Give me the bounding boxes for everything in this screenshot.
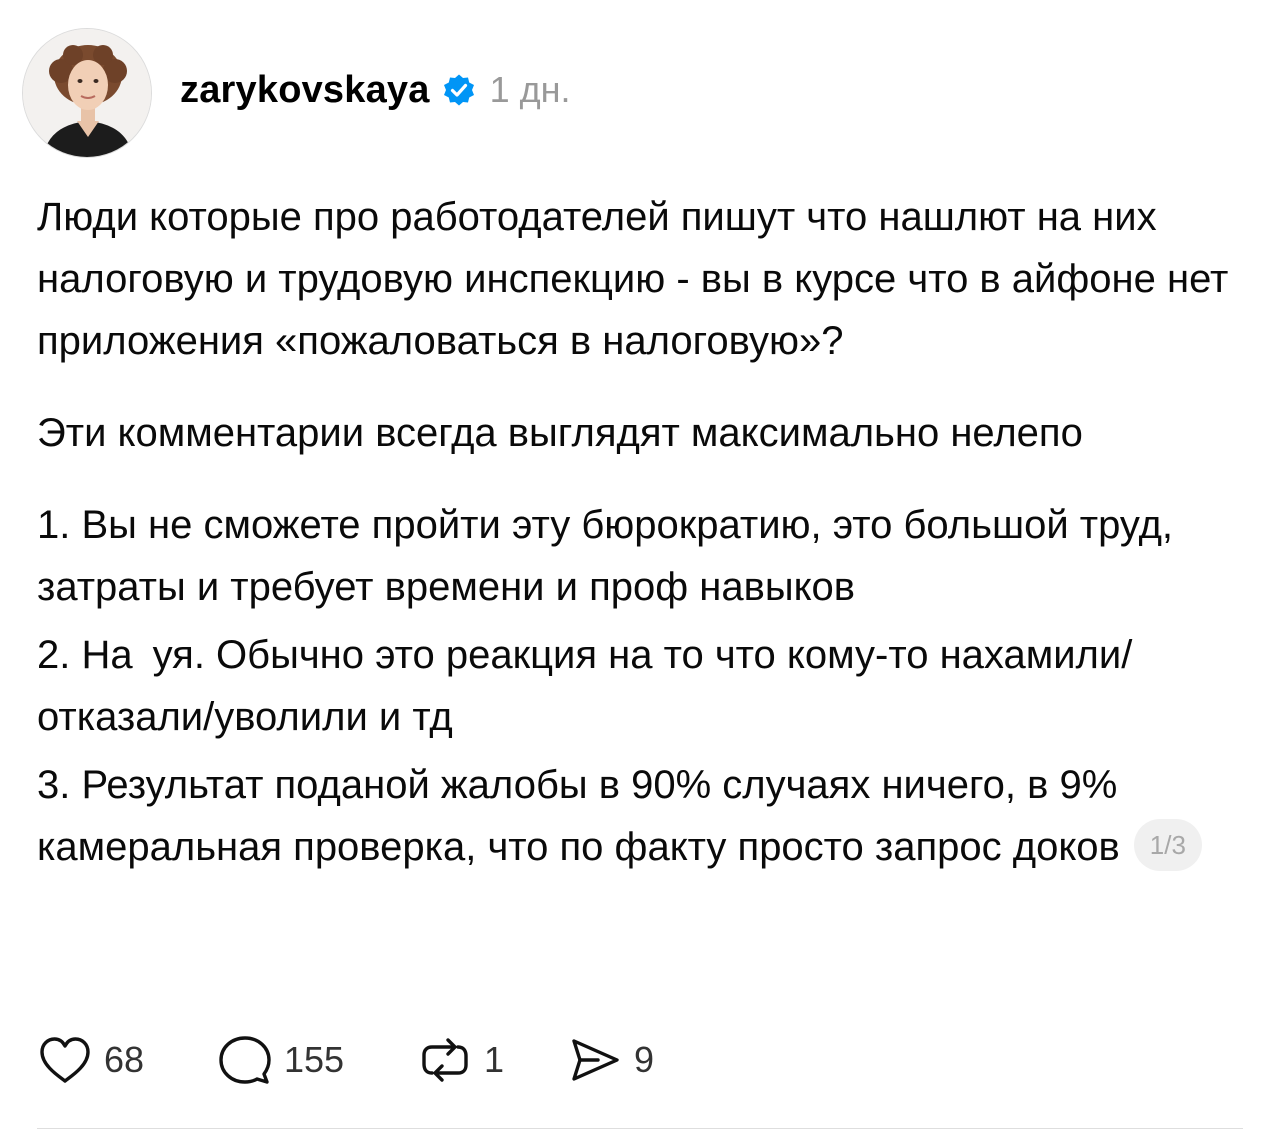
comment-bubble-icon xyxy=(219,1036,271,1084)
username[interactable]: zarykovskaya xyxy=(180,69,430,112)
like-button[interactable]: 68 xyxy=(38,1035,218,1085)
paragraph-2: Эти комментарии всегда выглядят максимал… xyxy=(37,411,1083,455)
repost-icon xyxy=(422,1038,468,1082)
action-bar: 68 155 1 9 xyxy=(38,1033,654,1087)
divider xyxy=(37,1128,1243,1129)
paragraph-1: Люди которые про работодателей пишут что… xyxy=(37,195,1229,363)
list-item-3: 3. Результат поданой жалобы в 90% случая… xyxy=(37,754,1252,878)
like-count: 68 xyxy=(104,1039,145,1080)
heart-icon xyxy=(40,1037,90,1083)
post-header: zarykovskaya 1 дн. xyxy=(22,28,571,158)
send-icon xyxy=(572,1039,619,1081)
comment-count: 155 xyxy=(284,1039,345,1080)
share-count: 9 xyxy=(634,1039,655,1080)
comment-button[interactable]: 155 xyxy=(218,1034,418,1086)
repost-button[interactable]: 1 xyxy=(418,1035,568,1085)
share-button[interactable]: 9 xyxy=(568,1035,654,1085)
list-item-2-end: уя. Обычно это реакция на то что кому-то… xyxy=(37,633,1133,739)
page-indicator: 1/3 xyxy=(1133,819,1202,872)
list-item-2-start: 2. На xyxy=(37,633,133,677)
list-item-1: 1. Вы не сможете пройти эту бюрократию, … xyxy=(37,503,1174,609)
verified-badge-icon xyxy=(442,73,476,107)
list-item-3-text: 3. Результат поданой жалобы в 90% случая… xyxy=(37,763,1120,869)
user-line: zarykovskaya 1 дн. xyxy=(180,69,571,112)
avatar[interactable] xyxy=(22,28,152,158)
list-item-2: 2. На уя. Обычно это реакция на то что ко… xyxy=(37,624,1252,748)
post-text: Люди которые про работодателей пишут что… xyxy=(37,186,1252,884)
repost-count: 1 xyxy=(484,1039,505,1080)
thread-post: zarykovskaya 1 дн. Люди которые про рабо… xyxy=(0,0,1280,1142)
post-time: 1 дн. xyxy=(489,69,571,110)
